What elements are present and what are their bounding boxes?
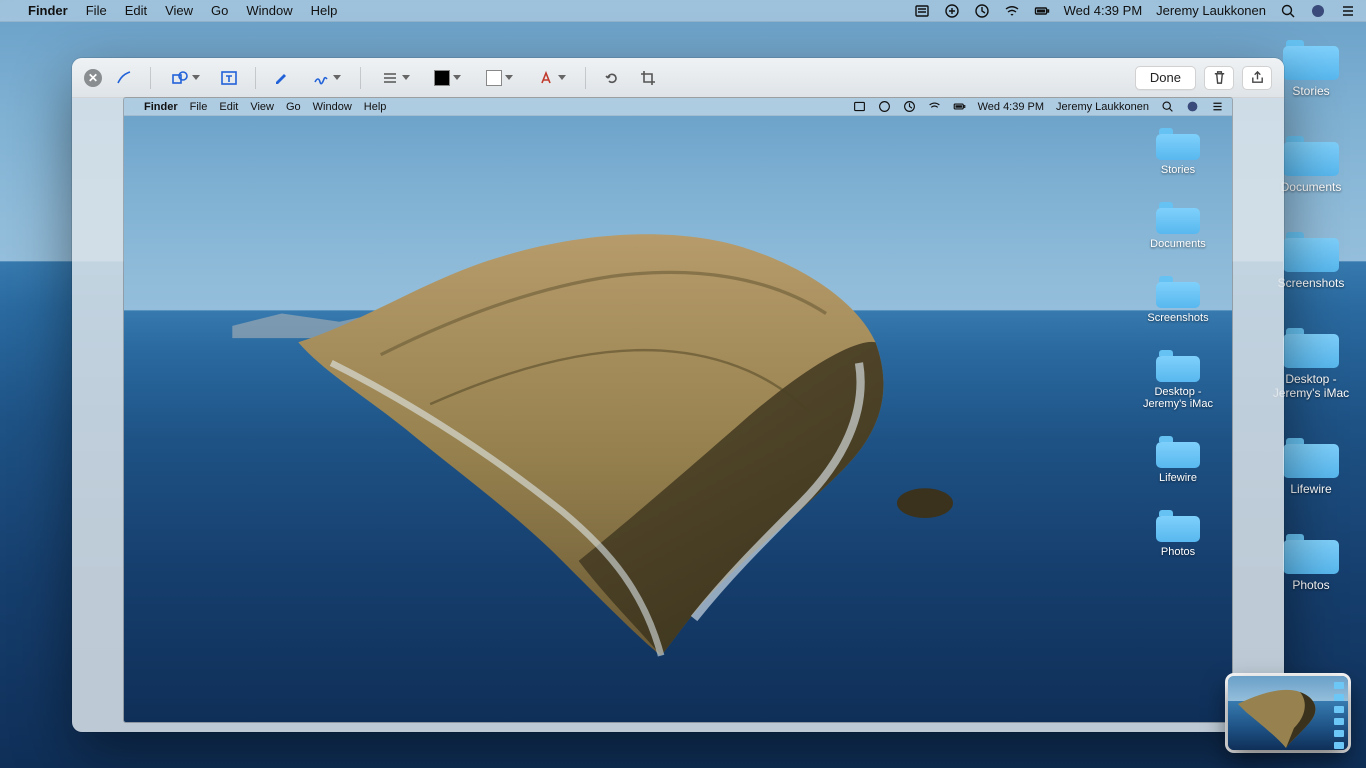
line-weight-tool[interactable] [373,66,417,90]
menubar-item-edit[interactable]: Edit [125,3,147,18]
captured-desktop-folder: Lifewire [1138,436,1218,484]
chevron-down-icon [402,75,410,80]
siri-icon [1186,100,1199,113]
menu-extra-icon [878,100,891,113]
folder-label: Documents [1281,180,1342,194]
fill-color-tool[interactable] [477,66,521,90]
rotate-tool-icon[interactable] [598,66,626,90]
chevron-down-icon [192,75,200,80]
captured-menubar-user: Jeremy Laukkonen [1056,101,1149,113]
thumbnail-folders [1334,682,1344,749]
captured-menubar-clock: Wed 4:39 PM [978,101,1044,113]
captured-folder-label: Lifewire [1159,472,1197,484]
notification-center-icon [1211,100,1224,113]
folder-icon [1283,438,1339,478]
spotlight-icon [1161,100,1174,113]
menubar-app-name[interactable]: Finder [28,3,68,18]
captured-screenshot: Finder File Edit View Go Window Help Wed… [124,98,1232,722]
captured-menubar-item: Window [313,101,352,113]
menubar-item-view[interactable]: View [165,3,193,18]
captured-desktop-folder: Desktop - Jeremy's iMac [1138,350,1218,410]
crop-tool-icon[interactable] [634,66,662,90]
folder-icon [1156,510,1200,542]
time-machine-icon [903,100,916,113]
captured-menubar-item: Go [286,101,301,113]
text-tool-icon[interactable] [215,66,243,90]
share-button[interactable] [1242,66,1272,90]
battery-icon[interactable] [1034,3,1050,19]
notification-center-icon[interactable] [1340,3,1356,19]
screenshot-markup-window: ✕ Done [72,58,1284,732]
wifi-icon [928,100,941,113]
menubar-item-help[interactable]: Help [311,3,338,18]
captured-folder-label: Stories [1161,164,1195,176]
markup-canvas[interactable]: Finder File Edit View Go Window Help Wed… [124,98,1232,722]
chevron-down-icon [558,75,566,80]
menubar-item-go[interactable]: Go [211,3,228,18]
folder-label: Stories [1292,84,1329,98]
battery-icon [953,100,966,113]
wallpaper-island-illustration [146,198,1143,660]
menu-extra-icon[interactable] [914,3,930,19]
folder-label: Photos [1292,578,1329,592]
menubar-item-file[interactable]: File [86,3,107,18]
chevron-down-icon [333,75,341,80]
captured-menubar-item: Edit [219,101,238,113]
captured-folder-label: Photos [1161,546,1195,558]
chevron-down-icon [453,75,461,80]
chevron-down-icon [505,75,513,80]
folder-icon [1283,328,1339,368]
folder-label: Screenshots [1278,276,1345,290]
markup-toolbar: ✕ Done [72,58,1284,98]
time-machine-icon[interactable] [974,3,990,19]
close-button[interactable]: ✕ [84,69,102,87]
spotlight-icon[interactable] [1280,3,1296,19]
menubar: Finder File Edit View Go Window Help Wed… [0,0,1366,22]
color-swatch-white [486,70,502,86]
captured-menubar-item: File [190,101,208,113]
captured-folder-label: Desktop - Jeremy's iMac [1143,386,1213,410]
stroke-color-tool[interactable] [425,66,469,90]
folder-icon [1156,350,1200,382]
menubar-item-window[interactable]: Window [246,3,292,18]
trash-button[interactable] [1204,66,1234,90]
menubar-user[interactable]: Jeremy Laukkonen [1156,3,1266,18]
captured-menubar-app: Finder [144,101,178,113]
captured-desktop-folder: Documents [1138,202,1218,250]
folder-icon [1283,136,1339,176]
folder-icon [1156,202,1200,234]
captured-folder-label: Screenshots [1147,312,1208,324]
menu-extra-icon[interactable] [944,3,960,19]
screenshot-thumbnail[interactable] [1228,676,1348,750]
done-button[interactable]: Done [1135,66,1196,90]
menu-extra-icon [853,100,866,113]
color-swatch-black [434,70,450,86]
captured-desktop-folders: Stories Documents Screenshots Desktop - … [1138,128,1218,584]
menubar-clock[interactable]: Wed 4:39 PM [1064,3,1143,18]
shapes-tool[interactable] [163,66,207,90]
captured-menubar-item: Help [364,101,387,113]
folder-label: Lifewire [1290,482,1331,496]
folder-label: Desktop - Jeremy's iMac [1273,372,1349,400]
captured-desktop-folder: Screenshots [1138,276,1218,324]
wifi-icon[interactable] [1004,3,1020,19]
folder-icon [1156,128,1200,160]
siri-icon[interactable] [1310,3,1326,19]
folder-icon [1283,534,1339,574]
folder-icon [1283,232,1339,272]
captured-desktop-folder: Photos [1138,510,1218,558]
folder-icon [1283,40,1339,80]
captured-folder-label: Documents [1150,238,1206,250]
captured-desktop-folder: Stories [1138,128,1218,176]
captured-menubar-item: View [250,101,274,113]
captured-menubar: Finder File Edit View Go Window Help Wed… [124,98,1232,116]
folder-icon [1156,436,1200,468]
highlight-tool-icon[interactable] [268,66,296,90]
draw-tool-icon[interactable] [110,66,138,90]
sign-tool[interactable] [304,66,348,90]
font-style-tool[interactable] [529,66,573,90]
folder-icon [1156,276,1200,308]
